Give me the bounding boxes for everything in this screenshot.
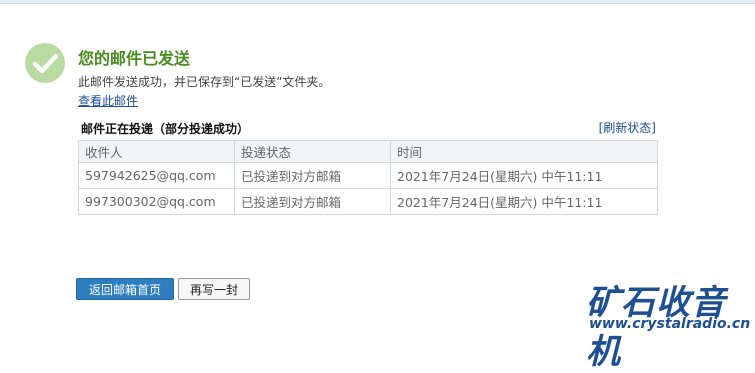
write-again-button[interactable]: 再写一封 — [178, 278, 250, 300]
status-cell: 已投递到对方邮箱 — [234, 188, 391, 215]
column-header-status: 投递状态 — [234, 140, 391, 163]
table-row: 597942625@qq.com 已投递到对方邮箱 2021年7月24日(星期六… — [78, 162, 658, 189]
back-to-inbox-button[interactable]: 返回邮箱首页 — [76, 278, 174, 300]
refresh-status-link[interactable]: [刷新状态] — [599, 119, 656, 136]
delivery-status-label: 邮件正在投递（部分投递成功） — [81, 122, 250, 136]
top-border — [0, 0, 755, 4]
recipient-cell: 997300302@qq.com — [78, 188, 235, 215]
time-cell: 2021年7月24日(星期六) 中午11:11 — [390, 162, 658, 189]
page-title: 您的邮件已发送 — [78, 49, 191, 68]
table-row: 997300302@qq.com 已投递到对方邮箱 2021年7月24日(星期六… — [78, 188, 658, 215]
column-header-recipient: 收件人 — [78, 140, 235, 163]
status-cell: 已投递到对方邮箱 — [234, 162, 391, 189]
sent-description: 此邮件发送成功，并已保存到“已发送”文件夹。 — [78, 75, 331, 89]
view-email-link[interactable]: 查看此邮件 — [78, 92, 138, 109]
delivery-table: 收件人 投递状态 时间 597942625@qq.com 已投递到对方邮箱 20… — [78, 140, 658, 215]
watermark-url: www.crystalradio.cn — [589, 316, 751, 332]
time-cell: 2021年7月24日(星期六) 中午11:11 — [390, 188, 658, 215]
column-header-time: 时间 — [390, 140, 658, 163]
table-header-row: 收件人 投递状态 时间 — [78, 140, 658, 163]
recipient-cell: 597942625@qq.com — [78, 162, 235, 189]
checkmark-circle-icon — [25, 43, 65, 83]
